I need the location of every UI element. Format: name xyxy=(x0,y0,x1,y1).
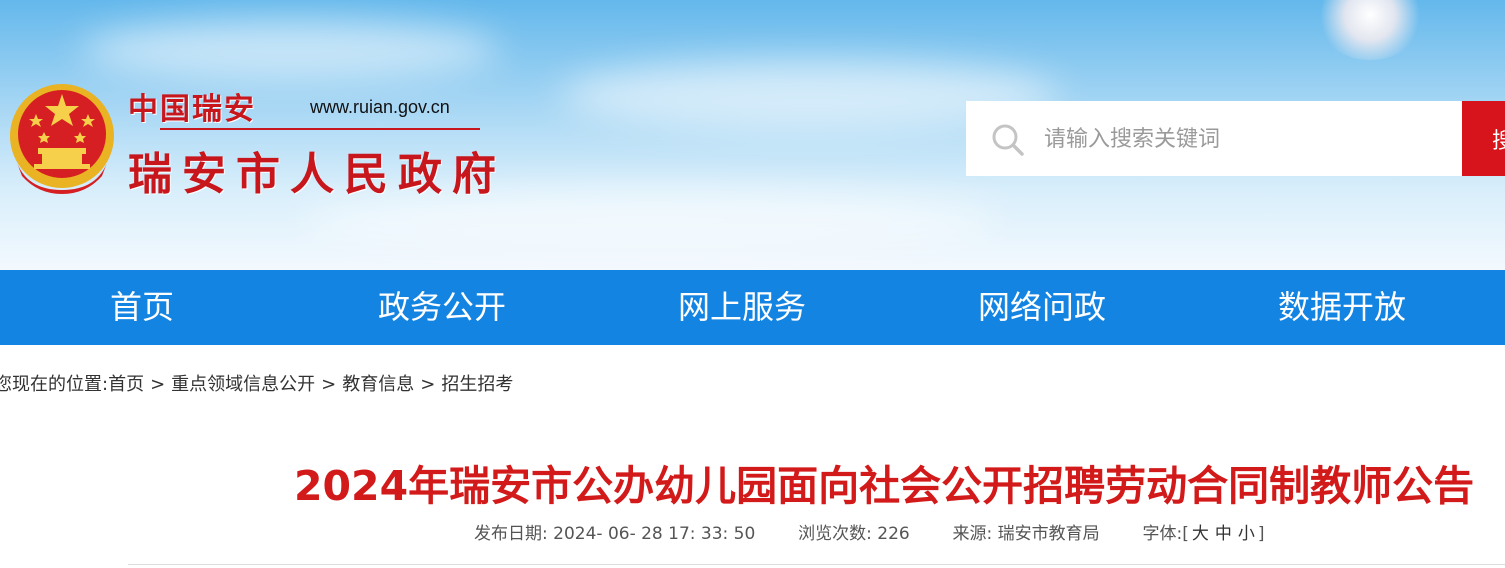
publish-date-label: 发布日期: xyxy=(474,524,548,544)
site-url: www.ruian.gov.cn xyxy=(310,97,450,117)
nav-item-home[interactable]: 首页 xyxy=(110,270,174,345)
article-title: 2024年瑞安市公办幼儿园面向社会公开招聘劳动合同制教师公告 xyxy=(294,462,1475,510)
header-banner: 中国瑞安 www.ruian.gov.cn 瑞安市人民政府 搜 xyxy=(0,0,1505,270)
main-nav: 首页 政务公开 网上服务 网络问政 数据开放 xyxy=(0,270,1505,345)
nav-item-government-affairs[interactable]: 政务公开 xyxy=(378,270,506,345)
sky-cloud xyxy=(80,20,500,80)
breadcrumb-separator: > xyxy=(420,374,436,395)
breadcrumb-item-admissions[interactable]: 招生招考 xyxy=(441,374,513,395)
breadcrumb-prefix: 您现在的位置: xyxy=(0,374,109,395)
site-name-small: 中国瑞安 xyxy=(128,92,256,127)
font-size-large-link[interactable]: 大 xyxy=(1192,524,1209,544)
national-emblem-icon xyxy=(10,84,114,194)
sun-glare xyxy=(1315,0,1425,60)
nav-item-online-services[interactable]: 网上服务 xyxy=(678,270,806,345)
breadcrumb-item-education[interactable]: 教育信息 xyxy=(342,374,414,395)
publish-date-value: 2024- 06- 28 17: 33: 50 xyxy=(553,524,756,544)
font-size-bracket-open: [ xyxy=(1182,524,1189,544)
search-button[interactable]: 搜 xyxy=(1462,101,1505,176)
article-meta: 发布日期: 2024- 06- 28 17: 33: 50 浏览次数: 226 … xyxy=(474,519,1265,544)
search-icon xyxy=(992,124,1024,156)
nav-item-online-inquiry[interactable]: 网络问政 xyxy=(978,270,1106,345)
view-count-value: 226 xyxy=(877,524,910,544)
source-value: 瑞安市教育局 xyxy=(997,524,1100,544)
source-label: 来源: xyxy=(952,524,993,544)
breadcrumb-separator: > xyxy=(150,374,166,395)
font-size-medium-link[interactable]: 中 xyxy=(1215,524,1232,544)
content-divider xyxy=(128,564,1505,565)
breadcrumb-separator: > xyxy=(321,374,337,395)
font-size-small-link[interactable]: 小 xyxy=(1238,524,1255,544)
breadcrumb-item-key-areas[interactable]: 重点领域信息公开 xyxy=(171,374,315,395)
search-input[interactable] xyxy=(1042,118,1446,160)
view-count-label: 浏览次数: xyxy=(798,524,872,544)
font-size-bracket-close: ] xyxy=(1257,524,1265,544)
header-divider xyxy=(160,128,480,130)
breadcrumb-item-home[interactable]: 首页 xyxy=(108,374,144,395)
breadcrumb: 您现在的位置:首页 > 重点领域信息公开 > 教育信息 > 招生招考 xyxy=(0,370,513,396)
font-size-label: 字体: xyxy=(1142,524,1183,544)
nav-item-open-data[interactable]: 数据开放 xyxy=(1278,270,1406,345)
site-name-big: 瑞安市人民政府 xyxy=(128,149,506,200)
